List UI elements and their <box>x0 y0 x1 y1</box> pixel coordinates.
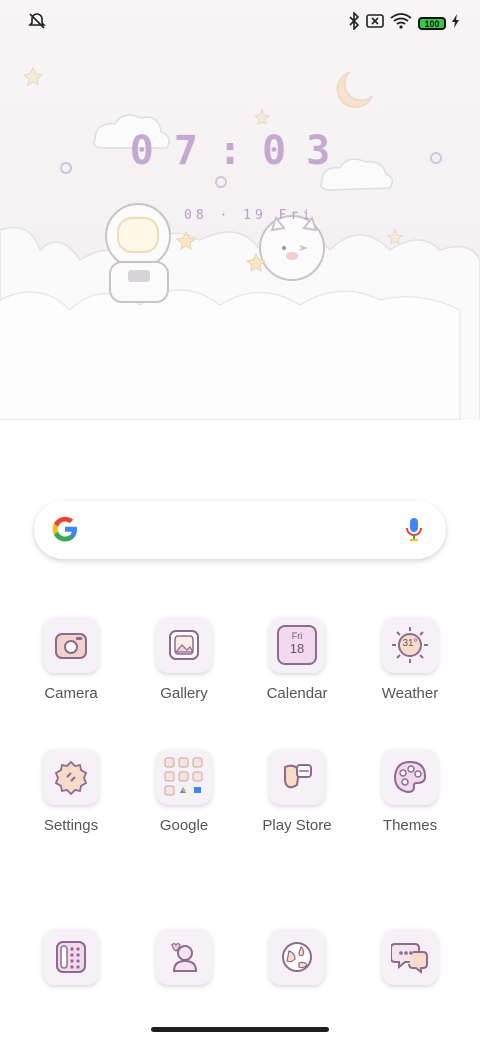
status-bar: 100 <box>0 0 480 44</box>
app-label: Play Store <box>262 817 332 834</box>
calendar-icon: Fri 18 <box>269 617 325 673</box>
app-calendar[interactable]: Fri 18 Calendar <box>247 617 347 702</box>
dock-messages[interactable] <box>360 929 460 985</box>
weather-temp: 31° <box>402 638 418 649</box>
wifi-icon <box>390 13 412 34</box>
gesture-nav-handle[interactable] <box>151 1027 329 1032</box>
play-store-icon <box>269 749 325 805</box>
sim-off-icon <box>366 13 384 34</box>
dock-phone[interactable] <box>21 929 121 985</box>
app-themes[interactable]: Themes <box>360 749 460 834</box>
microphone-icon[interactable] <box>404 517 424 548</box>
phone-dialer-icon <box>43 929 99 985</box>
themes-icon <box>382 749 438 805</box>
app-label: Camera <box>44 685 98 702</box>
app-label: Weather <box>381 685 439 702</box>
date-widget[interactable]: 08 · 19 Fri <box>184 208 314 223</box>
app-label: Gallery <box>160 685 208 702</box>
app-label: Settings <box>43 817 99 834</box>
weather-icon: 31° <box>382 617 438 673</box>
dock-browser[interactable] <box>247 929 347 985</box>
app-weather[interactable]: 31° Weather <box>360 617 460 702</box>
battery-icon: 100 <box>418 17 446 30</box>
calendar-date: 18 <box>289 641 305 656</box>
clock-widget[interactable]: 07:03 <box>0 128 480 174</box>
app-gallery[interactable]: Gallery <box>134 617 234 702</box>
google-logo-icon <box>50 514 80 549</box>
charging-icon <box>452 14 460 33</box>
google-search-bar[interactable] <box>34 501 446 559</box>
google-folder-icon <box>156 749 212 805</box>
app-play-store[interactable]: Play Store <box>247 749 347 834</box>
contacts-icon <box>156 929 212 985</box>
bluetooth-icon <box>348 11 360 35</box>
gallery-icon <box>156 617 212 673</box>
app-camera[interactable]: Camera <box>21 617 121 702</box>
settings-icon <box>43 749 99 805</box>
dock-contacts[interactable] <box>134 929 234 985</box>
battery-level: 100 <box>424 18 440 29</box>
app-label: Calendar <box>266 685 328 702</box>
calendar-day: Fri <box>291 631 303 641</box>
app-settings[interactable]: Settings <box>21 749 121 834</box>
messages-icon <box>382 929 438 985</box>
camera-icon <box>43 617 99 673</box>
app-label: Google <box>159 817 209 834</box>
app-label: Themes <box>382 817 438 834</box>
browser-icon <box>269 929 325 985</box>
app-google-folder[interactable]: Google <box>134 749 234 834</box>
alarm-off-icon <box>28 13 46 34</box>
